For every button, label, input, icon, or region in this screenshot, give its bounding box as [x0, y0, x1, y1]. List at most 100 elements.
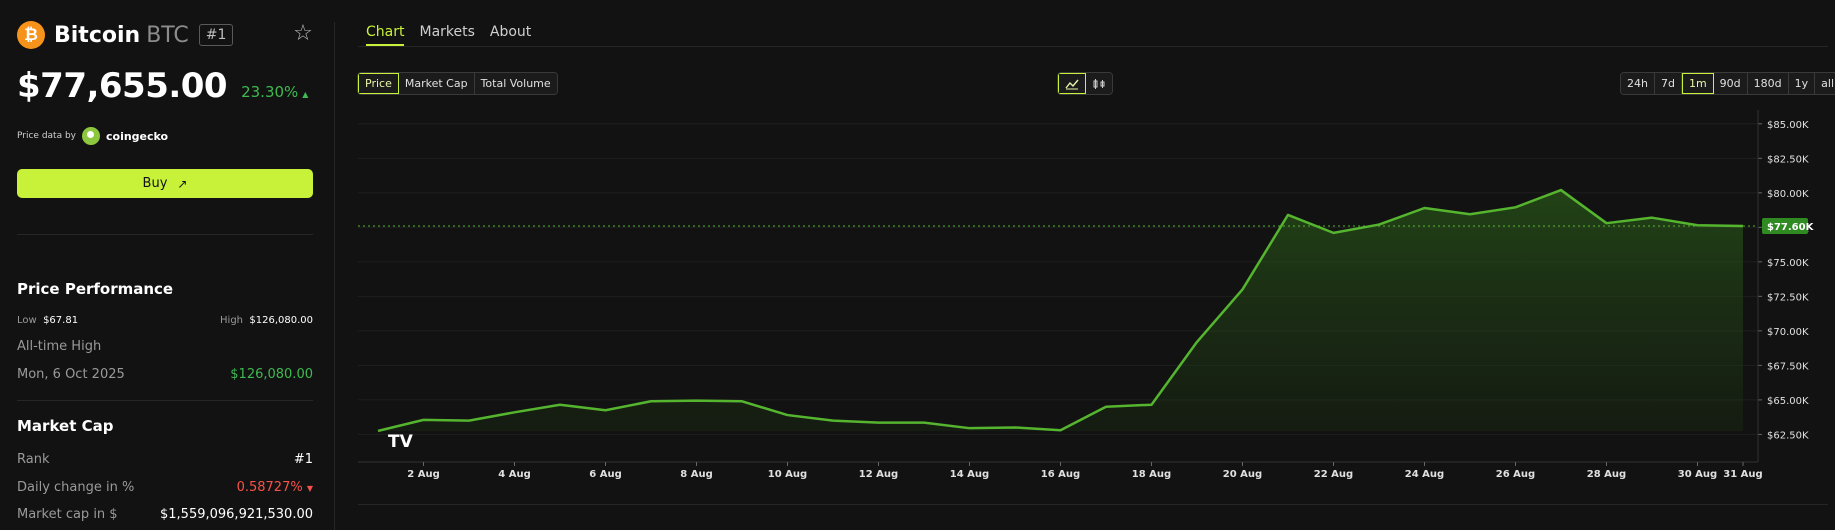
- price-point: [1241, 288, 1244, 291]
- price-chart[interactable]: $85.00K$82.50K$80.00K$77.50K$75.00K$72.5…: [358, 110, 1828, 490]
- metric-total-volume-button[interactable]: Total Volume: [474, 73, 557, 94]
- x-tick-label: 26 Aug: [1496, 469, 1535, 480]
- x-tick-label: 16 Aug: [1041, 469, 1080, 480]
- coin-name: Bitcoin: [54, 22, 141, 48]
- x-tick-label: 12 Aug: [859, 469, 898, 480]
- rank-row: Rank #1: [17, 452, 313, 467]
- line-chart-icon[interactable]: [1058, 73, 1086, 94]
- up-arrow-icon: ▲: [302, 90, 309, 99]
- x-tick-label: 8 Aug: [680, 469, 712, 480]
- external-arrow-icon: ↗: [177, 176, 188, 191]
- price-point: [1378, 223, 1381, 226]
- range-1m-button[interactable]: 1m: [1681, 73, 1714, 94]
- y-tick-label: $65.00K: [1767, 396, 1809, 407]
- coin-symbol: BTC: [146, 22, 189, 48]
- x-tick-label: 20 Aug: [1223, 469, 1262, 480]
- range-180d-button[interactable]: 180d: [1747, 73, 1789, 94]
- provider-name[interactable]: coingecko: [106, 130, 168, 143]
- metric-market-cap-button[interactable]: Market Cap: [398, 73, 475, 94]
- rank-badge: #1: [198, 24, 234, 46]
- daily-change-label: Daily change in %: [17, 480, 135, 495]
- x-tick-label: 22 Aug: [1314, 469, 1353, 480]
- y-tick-label: $62.50K: [1767, 430, 1809, 441]
- down-arrow-icon: ▼: [306, 484, 313, 493]
- price-point: [377, 429, 380, 432]
- price-point: [604, 409, 607, 412]
- price-point: [786, 414, 789, 417]
- tab-chart[interactable]: Chart: [366, 24, 405, 46]
- price-point: [513, 411, 516, 414]
- price-chart-svg[interactable]: $85.00K$82.50K$80.00K$77.50K$75.00K$72.5…: [358, 110, 1828, 490]
- x-tick-label: 28 Aug: [1587, 469, 1626, 480]
- x-tick-label: 2 Aug: [407, 469, 439, 480]
- price-point: [1605, 222, 1608, 225]
- low-high-row: Low $67.81 High $126,080.00: [17, 315, 313, 326]
- coin-sidebar: ₿ Bitcoin BTC #1 ☆ $77,655.00 23.30% ▲ P…: [0, 0, 330, 530]
- range-all-button[interactable]: all: [1815, 73, 1835, 94]
- market-cap-label: Market cap in $: [17, 507, 118, 522]
- ath-label: All-time High: [17, 339, 102, 354]
- daily-change-value: 0.58727%: [236, 480, 303, 495]
- x-tick-label: 30 Aug: [1678, 469, 1717, 480]
- x-tick-label: 24 Aug: [1405, 469, 1444, 480]
- price-point: [1196, 340, 1199, 343]
- low-label: Low: [17, 315, 37, 326]
- x-tick-label: 31 Aug: [1723, 469, 1762, 480]
- price-row: $77,655.00 23.30% ▲: [17, 66, 308, 106]
- ath-date: Mon, 6 Oct 2025: [17, 367, 125, 382]
- y-tick-label: $82.50K: [1767, 154, 1809, 165]
- y-tick-label: $75.00K: [1767, 258, 1809, 269]
- high-value: $126,080.00: [249, 315, 313, 326]
- price-point: [559, 403, 562, 406]
- price-point: [923, 421, 926, 424]
- range-90d-button[interactable]: 90d: [1713, 73, 1748, 94]
- price-point: [650, 400, 653, 403]
- high-label: High: [220, 315, 244, 326]
- ath-value: $126,080.00: [230, 367, 313, 382]
- price-point: [1651, 216, 1654, 219]
- range-24h-button[interactable]: 24h: [1621, 73, 1655, 94]
- daily-change-row: Daily change in % 0.58727% ▼: [17, 480, 313, 495]
- y-tick-label: $72.50K: [1767, 292, 1809, 303]
- market-cap-title: Market Cap: [17, 417, 114, 435]
- price-point: [968, 427, 971, 430]
- price-point: [468, 419, 471, 422]
- panel-divider: [334, 22, 335, 530]
- price-point: [1423, 207, 1426, 210]
- tradingview-watermark-icon[interactable]: TV: [388, 432, 414, 452]
- price-data-label: Price data by: [17, 131, 76, 141]
- price-point: [1014, 426, 1017, 429]
- price-performance-title: Price Performance: [17, 280, 174, 298]
- range-7d-button[interactable]: 7d: [1654, 73, 1682, 94]
- ath-row: All-time High: [17, 339, 313, 354]
- y-tick-label: $67.50K: [1767, 361, 1809, 372]
- price-point: [1560, 189, 1563, 192]
- chart-bottom-divider: [358, 504, 1828, 505]
- tab-markets[interactable]: Markets: [419, 24, 474, 46]
- chart-type-selector: [1057, 72, 1113, 95]
- range-selector: 24h 7d 1m 90d 180d 1y all: [1620, 72, 1835, 95]
- price-point: [695, 399, 698, 402]
- range-1y-button[interactable]: 1y: [1788, 73, 1816, 94]
- buy-button[interactable]: Buy ↗: [17, 169, 313, 198]
- rank-label: Rank: [17, 452, 50, 467]
- metric-price-button[interactable]: Price: [358, 73, 399, 94]
- price-point: [877, 421, 880, 424]
- current-price: $77,655.00: [17, 66, 228, 106]
- market-cap-value: $1,559,096,921,530.00: [160, 507, 313, 522]
- price-point: [422, 418, 425, 421]
- price-point: [1287, 213, 1290, 216]
- market-cap-row: Market cap in $ $1,559,096,921,530.00: [17, 507, 313, 522]
- tabs-divider: [358, 46, 1828, 47]
- x-tick-label: 4 Aug: [498, 469, 530, 480]
- divider: [17, 234, 313, 235]
- star-icon[interactable]: ☆: [292, 23, 314, 45]
- candlestick-chart-icon[interactable]: [1086, 73, 1112, 94]
- divider: [17, 400, 313, 401]
- price-point: [1742, 224, 1745, 227]
- tab-about[interactable]: About: [490, 24, 531, 46]
- price-point: [1150, 403, 1153, 406]
- low-value: $67.81: [43, 315, 79, 326]
- x-tick-label: 10 Aug: [768, 469, 807, 480]
- price-data-attribution: Price data by coingecko: [17, 127, 168, 145]
